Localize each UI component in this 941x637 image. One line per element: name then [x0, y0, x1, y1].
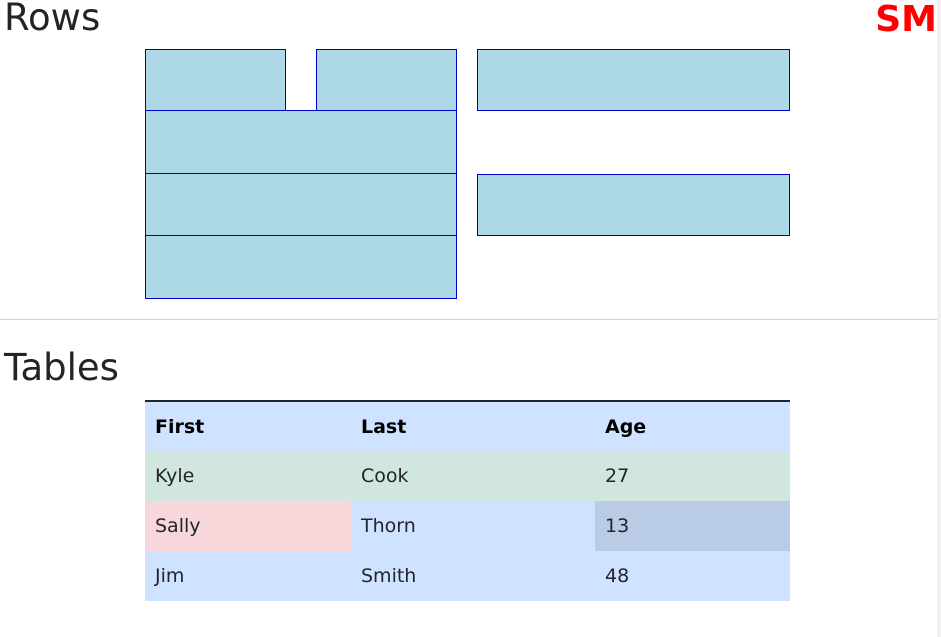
cell-age: 48	[605, 565, 630, 587]
grid-box	[145, 235, 457, 299]
cell-first: Sally	[145, 501, 351, 551]
cell-age: 13	[595, 501, 790, 551]
table-row: Jim Smith 48	[145, 551, 790, 601]
grid-box	[145, 110, 457, 174]
cell-first: Jim	[155, 565, 185, 587]
table-header-row: First Last Age	[145, 401, 790, 451]
cell-age: 27	[605, 465, 630, 487]
scrollbar-gutter[interactable]	[937, 0, 941, 637]
grid-box	[316, 49, 457, 111]
grid-box	[477, 174, 790, 236]
table-row: Kyle Cook 27	[145, 451, 790, 501]
cell-first: Kyle	[155, 465, 195, 487]
cell-last: Cook	[361, 465, 409, 487]
grid-box	[145, 173, 457, 237]
breakpoint-badge: SM	[875, 0, 937, 40]
tables-heading: Tables	[4, 346, 119, 389]
grid-box	[145, 49, 286, 111]
column-header-last: Last	[361, 415, 407, 438]
table-row: Sally Thorn 13	[145, 501, 790, 551]
cell-last: Smith	[361, 565, 417, 587]
grid-box	[477, 49, 790, 111]
column-header-age: Age	[605, 415, 647, 438]
section-divider	[0, 319, 937, 320]
column-header-first: First	[155, 415, 205, 438]
rows-heading: Rows	[4, 0, 101, 39]
cell-last: Thorn	[361, 515, 416, 537]
people-table: First Last Age Kyle Cook 27 Sally Thorn …	[145, 400, 790, 601]
